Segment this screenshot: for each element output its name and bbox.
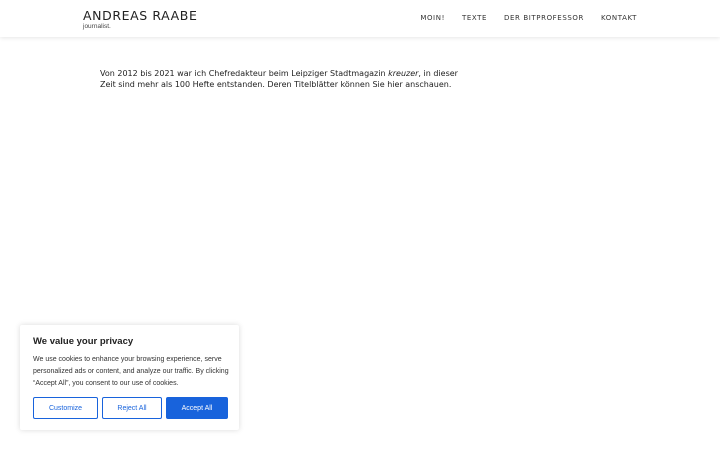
site-tagline: journalist. (83, 23, 111, 30)
intro-paragraph: Von 2012 bis 2021 war ich Chefredakteur … (100, 68, 460, 90)
main-nav: MOIN! TEXTE DER BITPROFESSOR KONTAKT (420, 14, 637, 23)
cookie-actions: Customize Reject All Accept All (33, 397, 228, 419)
customize-button[interactable]: Customize (33, 397, 98, 419)
intro-text-start: Von 2012 bis 2021 war ich Chefredakteur … (100, 69, 389, 78)
reject-all-button[interactable]: Reject All (102, 397, 162, 419)
site-title: ANDREAS RAABE (83, 8, 198, 23)
intro-magazine-name: kreuzer (388, 69, 419, 78)
cookie-consent-banner: We value your privacy We use cookies to … (20, 325, 239, 430)
site-brand[interactable]: ANDREAS RAABE journalist. (83, 9, 197, 31)
nav-item-moin[interactable]: MOIN! (420, 14, 445, 23)
cookie-title: We value your privacy (33, 336, 134, 347)
nav-item-kontakt[interactable]: KONTAKT (601, 14, 637, 23)
site-header: ANDREAS RAABE journalist. MOIN! TEXTE DE… (0, 0, 720, 37)
nav-item-texte[interactable]: TEXTE (462, 14, 487, 23)
cookie-description: We use cookies to enhance your browsing … (33, 356, 229, 387)
nav-item-bitprofessor[interactable]: DER BITPROFESSOR (504, 14, 584, 23)
accept-all-button[interactable]: Accept All (166, 397, 228, 419)
